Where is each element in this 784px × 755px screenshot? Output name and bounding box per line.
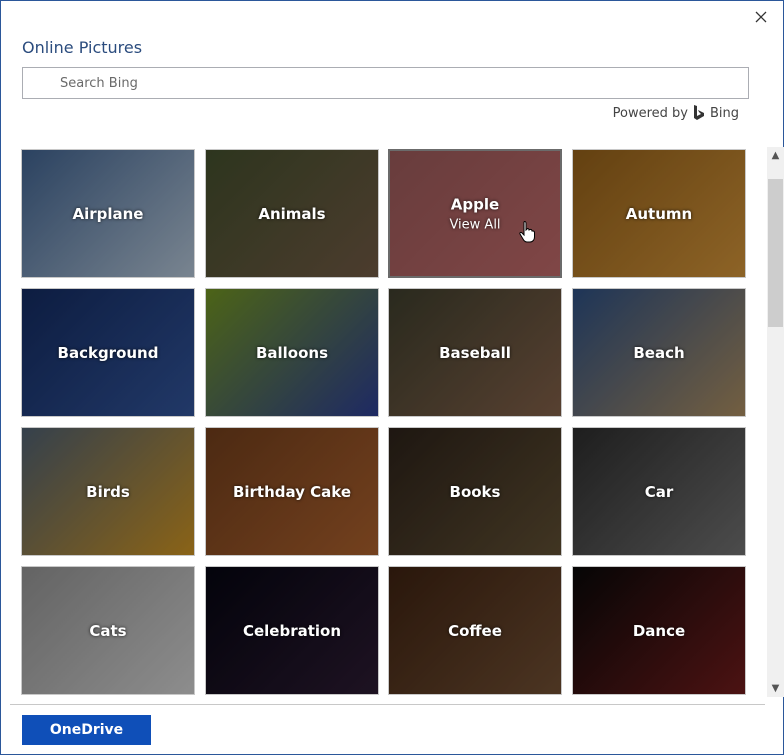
category-name: Books <box>449 482 501 501</box>
category-label: Car <box>573 483 745 501</box>
category-label: Baseball <box>389 344 561 362</box>
category-tile[interactable]: Autumn <box>572 149 746 278</box>
close-icon[interactable] <box>753 9 769 25</box>
dialog-title: Online Pictures <box>22 38 143 57</box>
bing-brand-label: Bing <box>709 105 739 121</box>
category-name: Autumn <box>625 204 693 223</box>
scrollbar-thumb[interactable] <box>768 179 783 327</box>
category-label: Coffee <box>389 622 561 640</box>
category-label: Birthday Cake <box>206 483 378 501</box>
category-label: Celebration <box>206 622 378 640</box>
vertical-scrollbar[interactable]: ▲ ▼ <box>767 147 784 697</box>
category-label: Books <box>389 483 561 501</box>
category-name: Animals <box>258 204 326 223</box>
hand-cursor-icon <box>519 221 535 243</box>
category-label: Background <box>22 344 194 362</box>
category-name: Beach <box>633 343 685 362</box>
category-tile[interactable]: Cats <box>21 566 195 695</box>
category-label: Beach <box>573 344 745 362</box>
category-tile[interactable]: Coffee <box>388 566 562 695</box>
category-tile[interactable]: Baseball <box>388 288 562 417</box>
category-name: Background <box>57 343 159 362</box>
category-label: Birds <box>22 483 194 501</box>
category-label: Autumn <box>573 205 745 223</box>
category-label: Airplane <box>22 205 194 223</box>
category-name: Baseball <box>439 343 511 362</box>
category-name: Balloons <box>255 343 329 362</box>
category-name: Coffee <box>448 621 502 640</box>
category-tile[interactable]: Background <box>21 288 195 417</box>
category-name: Apple <box>450 195 500 213</box>
search-box[interactable] <box>22 67 749 99</box>
category-name: Celebration <box>242 621 342 640</box>
search-input[interactable] <box>23 68 748 98</box>
category-tile[interactable]: Birds <box>21 427 195 556</box>
category-tile[interactable]: Apple View All <box>388 149 562 278</box>
category-name: Dance <box>632 621 686 640</box>
footer-divider <box>10 704 765 705</box>
online-pictures-dialog: Online Pictures Powered by Bing Airplane… <box>0 0 784 755</box>
category-name: Car <box>644 482 674 501</box>
category-tile[interactable]: Dance <box>572 566 746 695</box>
category-grid: Airplane Animals Apple View All Autumn Backgr… <box>21 148 749 698</box>
category-tile[interactable]: Birthday Cake <box>205 427 379 556</box>
chevron-up-icon[interactable]: ▲ <box>767 147 784 164</box>
category-tile[interactable]: Books <box>388 427 562 556</box>
powered-by-bing: Powered by Bing <box>613 105 739 121</box>
category-name: Birthday Cake <box>232 482 352 501</box>
category-label: Animals <box>206 205 378 223</box>
chevron-down-icon[interactable]: ▼ <box>767 680 784 697</box>
category-tile[interactable]: Balloons <box>205 288 379 417</box>
category-name: Airplane <box>72 204 144 223</box>
onedrive-button[interactable]: OneDrive <box>22 715 151 745</box>
category-name: Cats <box>89 621 127 640</box>
category-tile[interactable]: Beach <box>572 288 746 417</box>
category-tile[interactable]: Car <box>572 427 746 556</box>
powered-by-label: Powered by <box>612 105 688 121</box>
category-label: Dance <box>573 622 745 640</box>
category-tile[interactable]: Animals <box>205 149 379 278</box>
category-label: Balloons <box>206 344 378 362</box>
category-tile[interactable]: Airplane <box>21 149 195 278</box>
category-tile[interactable]: Celebration <box>205 566 379 695</box>
bing-logo-icon <box>693 105 704 120</box>
category-name: Birds <box>86 482 130 501</box>
category-label: Cats <box>22 622 194 640</box>
